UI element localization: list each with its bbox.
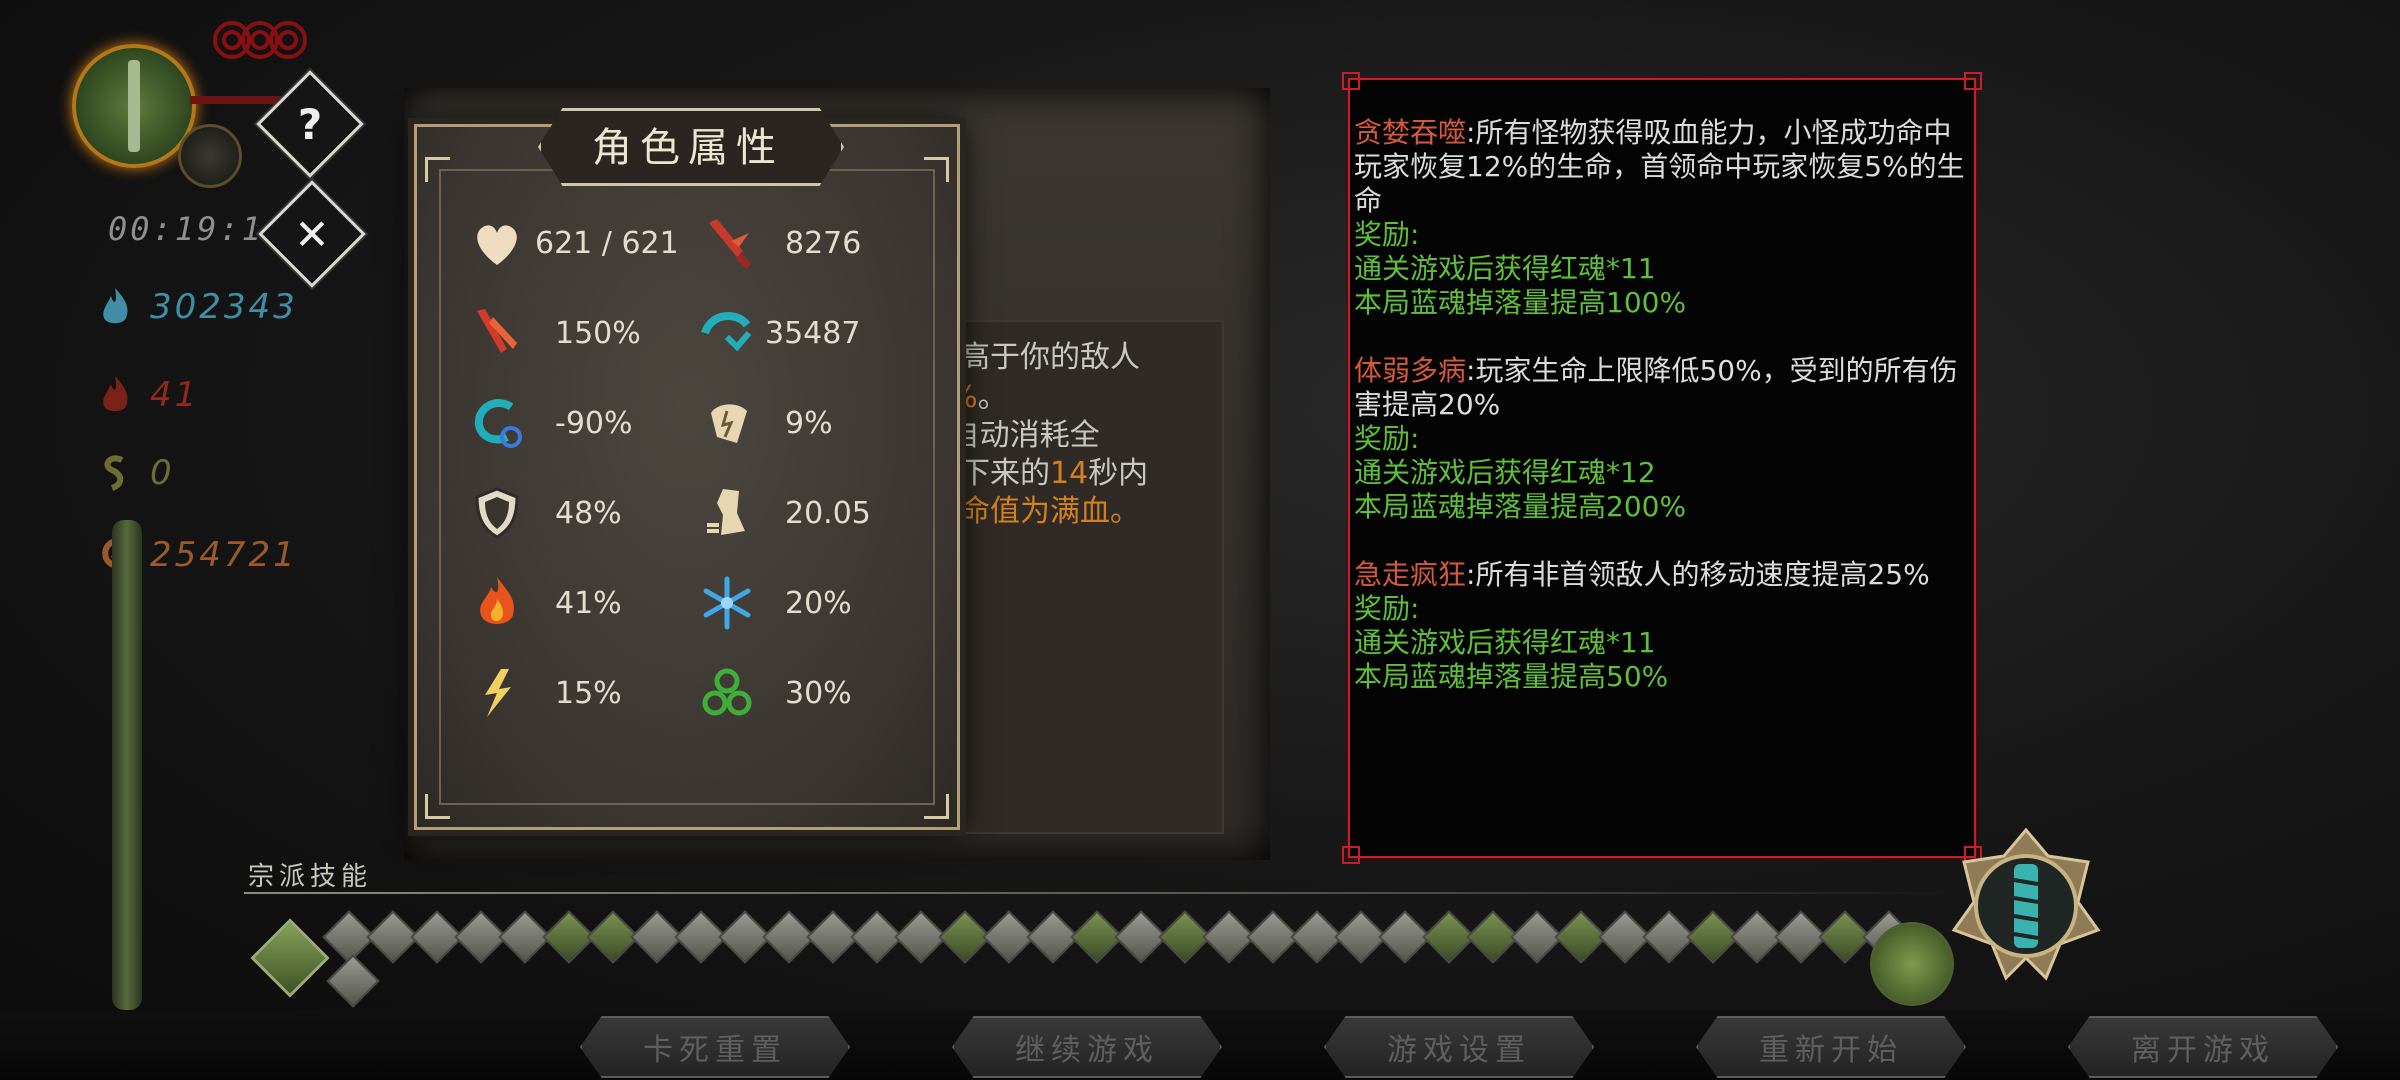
- help-button[interactable]: ?: [256, 70, 364, 178]
- armor-stat: 20.05: [697, 483, 871, 543]
- corner-ornament: [924, 157, 949, 182]
- sect-skill-main[interactable]: [250, 918, 330, 998]
- stat-value: 8276: [785, 225, 862, 261]
- fire-stat: 41%: [467, 573, 622, 633]
- curse-swirls-icon: [210, 18, 310, 62]
- run-timer: 00:19:1: [108, 210, 264, 248]
- continue-game-button[interactable]: 继续游戏: [952, 1016, 1222, 1078]
- blue-soul-value: 302343: [150, 287, 298, 327]
- crit-rate-stat: 9%: [697, 393, 833, 453]
- modifier-entry: 贪婪吞噬:所有怪物获得吸血能力，小怪成功命中玩家恢复12%的生命，首领命中玩家恢…: [1354, 116, 1972, 320]
- reward-line: 本局蓝魂掉落量提高100%: [1354, 286, 1687, 319]
- sect-skills-label: 宗派技能: [248, 862, 373, 892]
- reward-line: 本局蓝魂掉落量提高200%: [1354, 490, 1687, 523]
- companion-medallion: [178, 124, 242, 188]
- reward-line: 通关游戏后获得红魂*11: [1354, 626, 1656, 659]
- max-health-stat: 621 / 621: [467, 213, 679, 273]
- red-soul-value: 41: [150, 375, 200, 415]
- unstuck-reset-button[interactable]: 卡死重置: [580, 1016, 850, 1078]
- card-text-line: 比高于你的敌人: [930, 340, 1140, 375]
- damage-reduction-stat: 48%: [467, 483, 622, 543]
- cooldown-stat: -90%: [467, 393, 633, 453]
- close-button[interactable]: ✕: [258, 180, 366, 288]
- red-soul-icon: [103, 376, 128, 412]
- crit-damage-icon: [477, 309, 517, 353]
- stat-value: 15%: [555, 675, 622, 711]
- serpent-value: 0: [150, 453, 175, 493]
- stat-value: 48%: [555, 495, 622, 531]
- sect-skill-icon[interactable]: [326, 954, 380, 1008]
- player-portrait[interactable]: [72, 44, 196, 168]
- fire-icon: [480, 577, 514, 624]
- crit-rate-icon: [711, 404, 747, 443]
- coin-value: 254721: [150, 535, 298, 575]
- sect-skills-divider: [244, 892, 1964, 894]
- lightning-stat: 15%: [467, 663, 622, 723]
- reward-line: 通关游戏后获得红魂*12: [1354, 456, 1656, 489]
- blue-soul-counter: 302343: [96, 282, 298, 332]
- sword-icon: [128, 60, 140, 152]
- corner-ornament: [425, 157, 450, 182]
- modifier-name: 急走疯狂: [1354, 558, 1467, 591]
- stat-value: 41%: [555, 585, 622, 621]
- energy-icon: [701, 312, 752, 352]
- reward-line: 通关游戏后获得红魂*11: [1354, 252, 1656, 285]
- poison-icon: [702, 668, 752, 716]
- jade-pillar: [112, 520, 142, 1010]
- jade-orb: [1870, 922, 1954, 1006]
- stat-value: 9%: [785, 405, 833, 441]
- frost-stat: 20%: [697, 573, 852, 633]
- cooldown-icon: [474, 399, 522, 448]
- card-text-line: 生命值为满血。: [930, 494, 1140, 529]
- attack-damage-icon: [709, 219, 751, 269]
- corner-ornament: [425, 794, 450, 819]
- question-icon: ?: [297, 99, 323, 149]
- corner-ornament: [1342, 72, 1360, 90]
- corner-ornament: [1964, 72, 1982, 90]
- serpent-icon: [104, 455, 124, 491]
- leave-game-button[interactable]: 离开游戏: [2068, 1016, 2338, 1078]
- modifier-entry: 体弱多病:玩家生命上限降低50%，受到的所有伤害提高20% 奖励: 通关游戏后获…: [1354, 354, 1972, 524]
- poison-stat: 30%: [697, 663, 852, 723]
- reward-line: 本局蓝魂掉落量提高50%: [1354, 660, 1669, 693]
- lightning-icon: [485, 669, 511, 717]
- attack-stat: 8276: [697, 213, 861, 273]
- frost-icon: [703, 576, 751, 630]
- modifier-entry: 急走疯狂:所有非首领敌人的移动速度提高25% 奖励: 通关游戏后获得红魂*11 …: [1354, 558, 1972, 694]
- reward-label: 奖励:: [1354, 592, 1420, 625]
- stat-value: 150%: [555, 315, 641, 351]
- crit-damage-stat: 150%: [467, 303, 641, 363]
- character-attributes-panel: 621 / 621 8276 150% 35487 -90% 9% 48% 20…: [414, 124, 960, 830]
- stat-value: 621 / 621: [535, 225, 679, 261]
- modifier-name: 体弱多病: [1354, 354, 1467, 387]
- run-modifiers-panel: 贪婪吞噬:所有怪物获得吸血能力，小怪成功命中玩家恢复12%的生命，首领命中玩家恢…: [1342, 72, 1982, 864]
- stat-value: 20%: [785, 585, 852, 621]
- game-settings-button[interactable]: 游戏设置: [1324, 1016, 1594, 1078]
- shield-icon: [475, 487, 519, 539]
- attributes-title: 角色属性: [592, 125, 784, 171]
- serpent-counter: 0: [96, 448, 175, 498]
- close-icon: ✕: [294, 209, 330, 259]
- stat-value: 30%: [785, 675, 852, 711]
- red-soul-counter: 41: [96, 370, 199, 420]
- restart-button[interactable]: 重新开始: [1696, 1016, 1966, 1078]
- modifier-name: 贪婪吞噬: [1354, 116, 1467, 149]
- reward-label: 奖励:: [1354, 422, 1420, 455]
- stat-value: 20.05: [785, 495, 871, 531]
- sect-emblem-button[interactable]: [1948, 826, 2104, 982]
- stat-value: -90%: [555, 405, 633, 441]
- modifier-description: :所有非首领敌人的移动速度提高25%: [1466, 558, 1930, 591]
- corner-ornament: [924, 794, 949, 819]
- heart-icon: [477, 225, 517, 265]
- blue-soul-icon: [103, 288, 128, 324]
- reward-label: 奖励:: [1354, 218, 1420, 251]
- attributes-title-plate: 角色属性: [538, 108, 844, 186]
- armor-icon: [707, 489, 745, 535]
- energy-stat: 35487: [697, 303, 860, 363]
- stat-value: 35487: [765, 315, 861, 351]
- corner-ornament: [1342, 846, 1360, 864]
